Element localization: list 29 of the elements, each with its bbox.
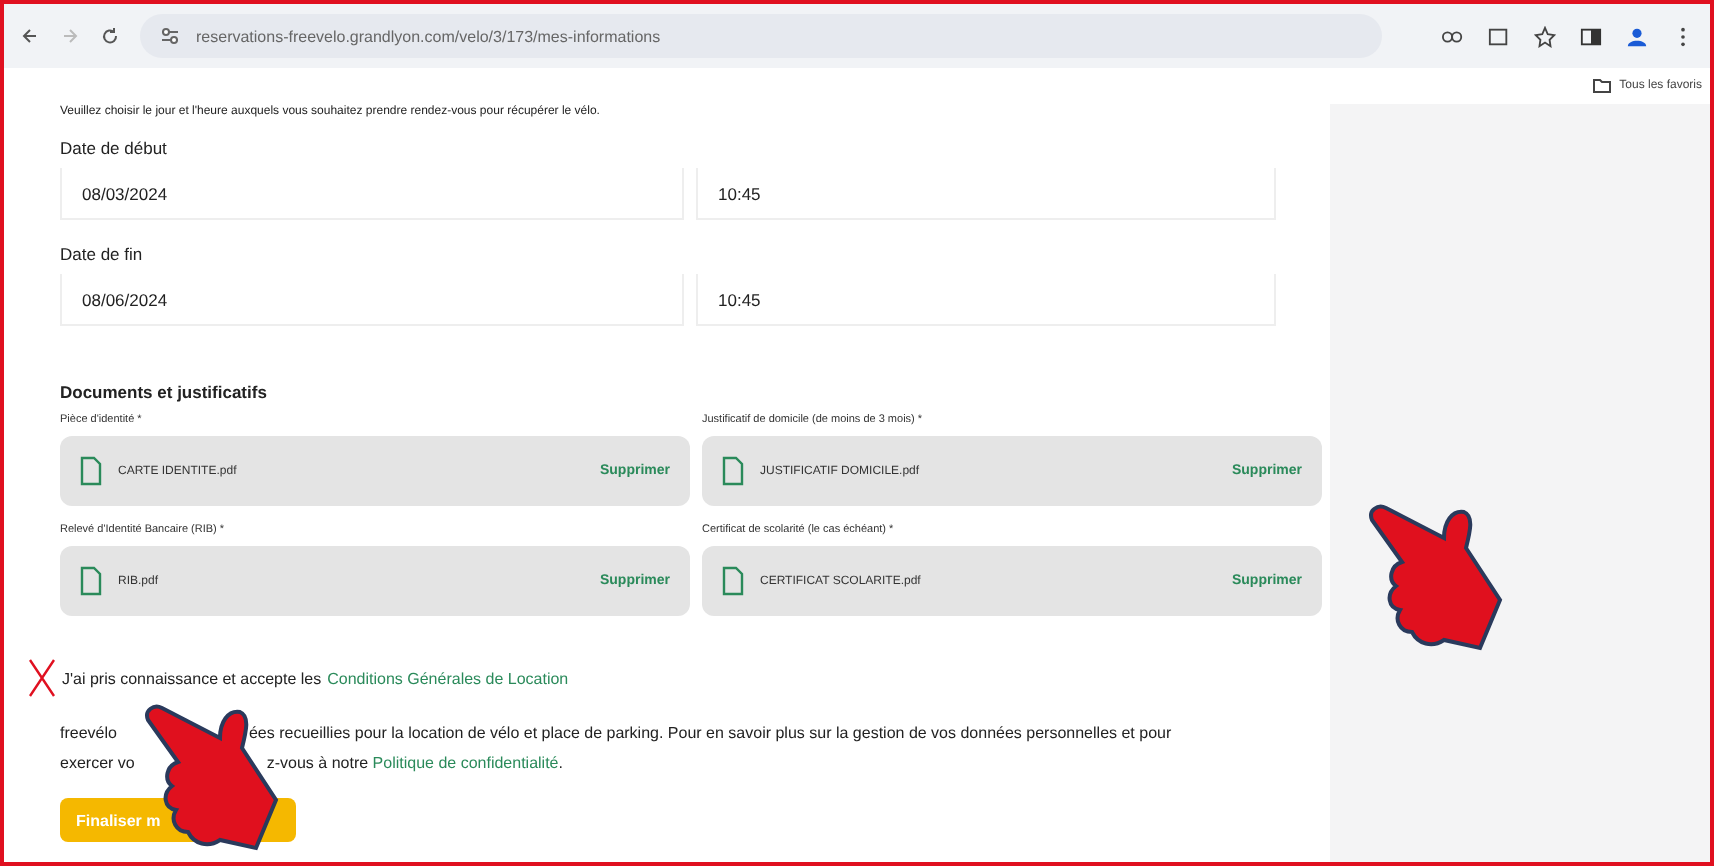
document-icon xyxy=(722,566,744,596)
profile-icon[interactable] xyxy=(1626,25,1648,47)
back-icon[interactable] xyxy=(20,26,40,46)
field-label: Date de début xyxy=(60,138,169,158)
document-icon xyxy=(80,456,102,486)
privacy-text: freevélo xyxy=(60,722,117,746)
period-text: . xyxy=(558,752,563,776)
privacy-text: exercer vo xyxy=(60,752,135,776)
field-label: Date de fin xyxy=(60,244,145,264)
document-icon xyxy=(80,566,102,596)
address-bar[interactable]: reservations-freevelo.grandlyon.com/velo/3/173/mes-informations xyxy=(140,14,1382,58)
terms-text: J'ai pris connaissance et accepte les xyxy=(62,669,322,687)
time-field[interactable]: 10:45 xyxy=(696,274,1276,326)
star-icon[interactable] xyxy=(1534,25,1556,47)
reload-icon[interactable] xyxy=(100,26,120,46)
document-icon xyxy=(722,456,744,486)
date-field[interactable]: 08/03/2024 xyxy=(60,168,684,220)
date-field[interactable]: 08/06/2024 xyxy=(60,274,684,326)
privacy-text: z-vous à notre xyxy=(266,752,369,776)
url-text: reservations-freevelo.grandlyon.com/velo/3/173/mes-informations xyxy=(196,27,661,45)
section-title: Documents et justificatifs xyxy=(60,382,269,402)
privacy-text: ées recueillies pour la location de vélo et place de parking. Pour en savoir plus sur la gestion de vos données personnelles et pour xyxy=(248,722,1172,746)
terms-link[interactable]: Conditions Générales de Location xyxy=(327,669,569,687)
cross-mark-icon xyxy=(28,658,56,698)
side-panel-icon[interactable] xyxy=(1580,25,1602,47)
site-settings-icon[interactable] xyxy=(160,26,180,46)
privacy-link[interactable]: Politique de confidentialité xyxy=(372,748,559,778)
folder-icon[interactable] xyxy=(1591,76,1612,96)
time-field[interactable]: 10:45 xyxy=(696,168,1276,220)
